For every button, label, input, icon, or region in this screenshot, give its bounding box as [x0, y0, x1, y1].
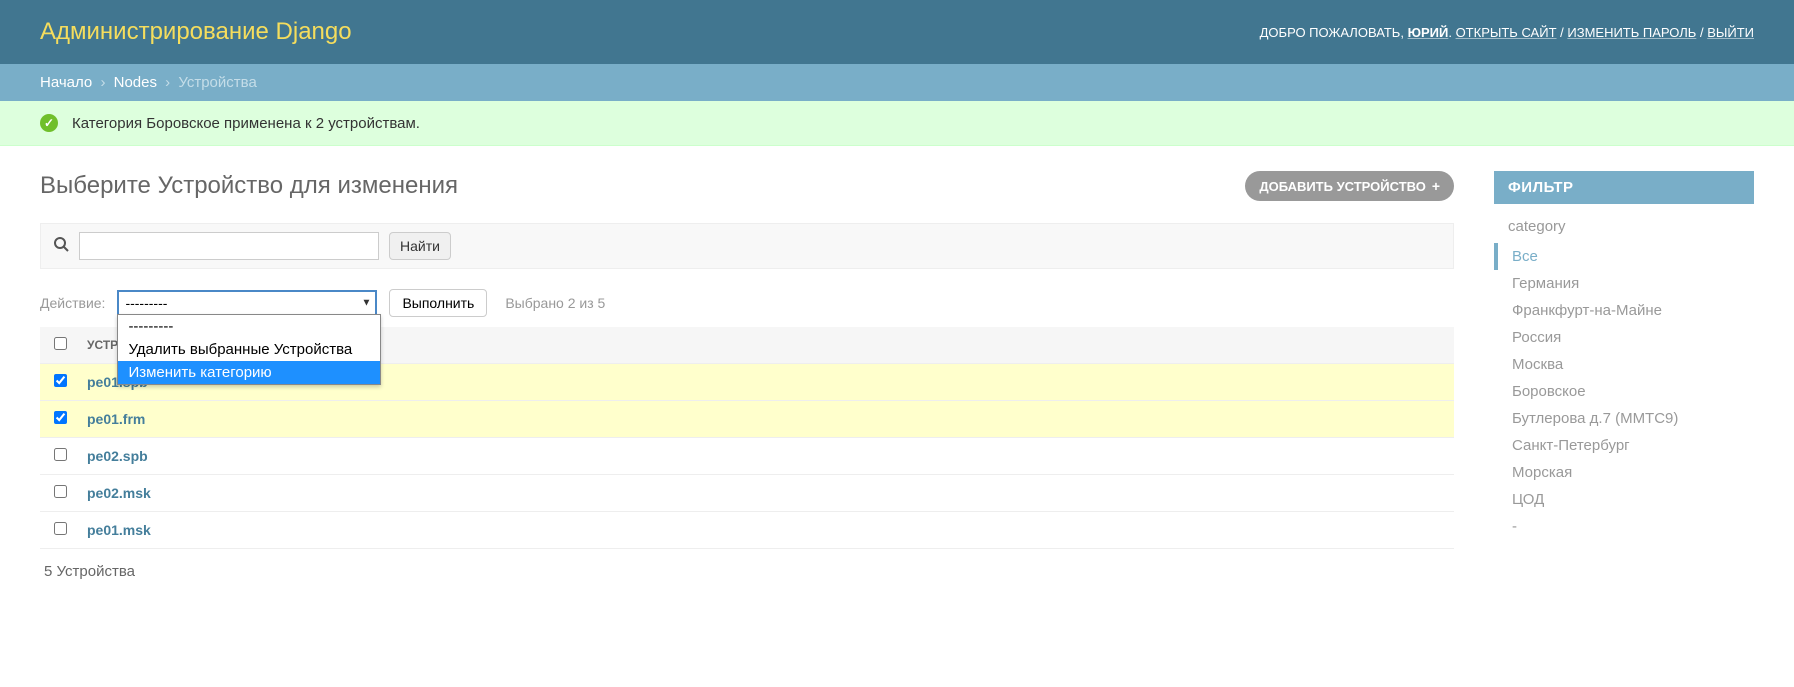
filter-panel: ФИЛЬТР category ВсеГерманияФранкфурт-на-…	[1494, 171, 1754, 540]
action-select[interactable]	[117, 290, 377, 316]
action-go-button[interactable]: Выполнить	[389, 289, 487, 317]
logout-link[interactable]: ВЫЙТИ	[1707, 25, 1754, 40]
row-link[interactable]: pe02.spb	[87, 448, 148, 464]
filter-item[interactable]: Франкфурт-на-Майне	[1494, 297, 1754, 324]
search-toolbar: Найти	[40, 223, 1454, 269]
add-button-label: ДОБАВИТЬ УСТРОЙСТВО	[1259, 179, 1425, 194]
view-site-link[interactable]: ОТКРЫТЬ САЙТ	[1456, 25, 1557, 40]
result-count: 5 Устройства	[40, 549, 1454, 580]
filter-item[interactable]: Германия	[1494, 270, 1754, 297]
actions-row: Действие: ▼ --------- Удалить выбранные …	[40, 289, 1454, 317]
table-row: pe01.frm	[40, 401, 1454, 438]
table-row: pe02.msk	[40, 475, 1454, 512]
message-success: ✓ Категория Боровское применена к 2 устр…	[0, 101, 1794, 146]
action-option-change-category[interactable]: Изменить категорию	[118, 361, 380, 384]
user-tools: ДОБРО ПОЖАЛОВАТЬ, ЮРИЙ. ОТКРЫТЬ САЙТ / И…	[1260, 25, 1754, 40]
filter-item[interactable]: Боровское	[1494, 378, 1754, 405]
filter-item[interactable]: Москва	[1494, 351, 1754, 378]
selection-counter: Выбрано 2 из 5	[505, 295, 605, 311]
select-all-checkbox[interactable]	[54, 337, 67, 350]
filter-item[interactable]: Санкт-Петербург	[1494, 432, 1754, 459]
action-option-blank[interactable]: ---------	[118, 315, 380, 338]
filter-item[interactable]: Все	[1494, 243, 1754, 270]
message-text: Категория Боровское применена к 2 устрой…	[72, 115, 420, 132]
search-icon	[53, 236, 69, 257]
row-checkbox[interactable]	[54, 522, 67, 535]
row-checkbox[interactable]	[54, 374, 67, 387]
plus-icon: +	[1432, 178, 1440, 194]
sep: .	[1448, 25, 1455, 40]
row-checkbox[interactable]	[54, 485, 67, 498]
table-row: pe01.msk	[40, 512, 1454, 549]
row-link[interactable]: pe01.frm	[87, 411, 145, 427]
search-button[interactable]: Найти	[389, 232, 451, 260]
check-icon: ✓	[40, 114, 58, 132]
add-button[interactable]: ДОБАВИТЬ УСТРОЙСТВО +	[1245, 171, 1454, 201]
row-checkbox[interactable]	[54, 411, 67, 424]
table-row: pe02.spb	[40, 438, 1454, 475]
welcome-text: ДОБРО ПОЖАЛОВАТЬ,	[1260, 25, 1404, 40]
row-link[interactable]: pe02.msk	[87, 485, 151, 501]
filter-item[interactable]: Бутлерова д.7 (ММТС9)	[1494, 405, 1754, 432]
breadcrumb-sep: ›	[100, 74, 105, 91]
filter-item[interactable]: Морская	[1494, 459, 1754, 486]
breadcrumb-home[interactable]: Начало	[40, 74, 92, 91]
page-title: Выберите Устройство для изменения	[40, 172, 458, 200]
filter-header: ФИЛЬТР	[1494, 171, 1754, 204]
filter-item[interactable]: -	[1494, 513, 1754, 540]
filter-group-title: category	[1494, 204, 1754, 243]
action-dropdown: --------- Удалить выбранные Устройства И…	[117, 314, 381, 385]
change-password-link[interactable]: ИЗМЕНИТЬ ПАРОЛЬ	[1567, 25, 1696, 40]
breadcrumb-current: Устройства	[178, 74, 256, 91]
filter-item[interactable]: Россия	[1494, 324, 1754, 351]
filter-item[interactable]: ЦОД	[1494, 486, 1754, 513]
site-title[interactable]: Администрирование Django	[40, 18, 352, 46]
breadcrumb-sep: ›	[165, 74, 170, 91]
breadcrumb-app[interactable]: Nodes	[114, 74, 157, 91]
header: Администрирование Django ДОБРО ПОЖАЛОВАТ…	[0, 0, 1794, 64]
action-option-delete[interactable]: Удалить выбранные Устройства	[118, 338, 380, 361]
row-link[interactable]: pe01.msk	[87, 522, 151, 538]
search-input[interactable]	[79, 232, 379, 260]
username[interactable]: ЮРИЙ	[1408, 25, 1449, 40]
action-label: Действие:	[40, 295, 105, 311]
row-checkbox[interactable]	[54, 448, 67, 461]
breadcrumb: Начало › Nodes › Устройства	[0, 64, 1794, 101]
